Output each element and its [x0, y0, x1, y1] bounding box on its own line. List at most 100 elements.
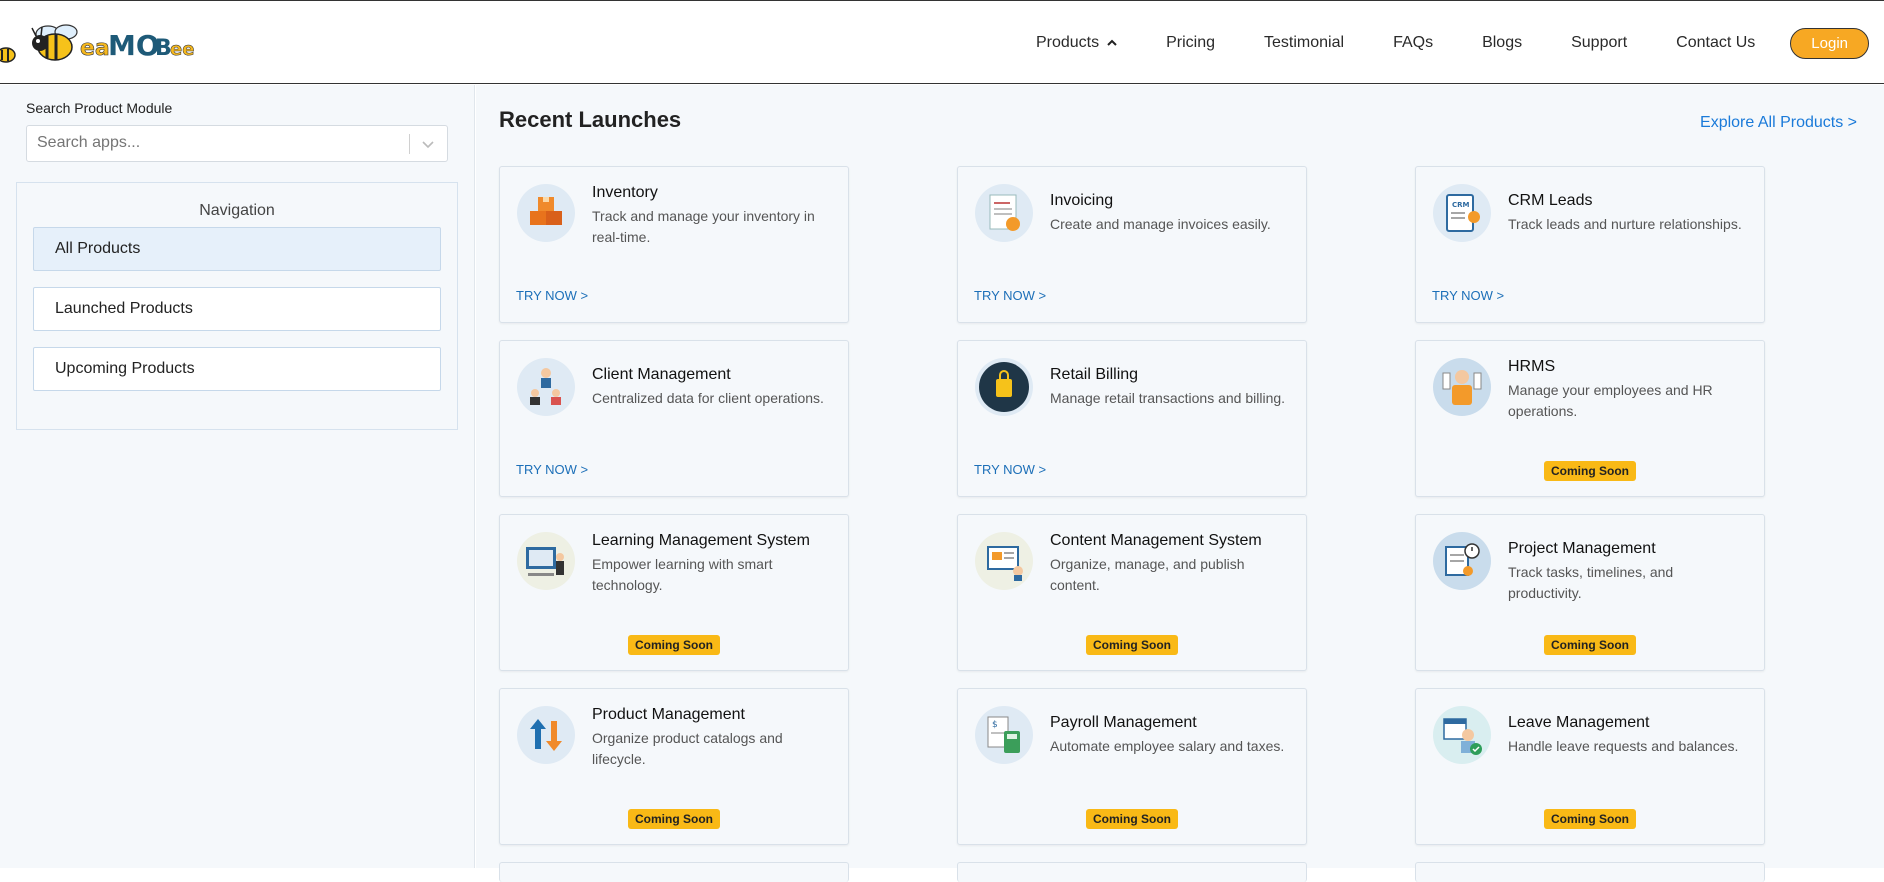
- product-card-partial: [1415, 862, 1765, 882]
- card-description: Track tasks, timelines, and productivity…: [1508, 564, 1674, 601]
- nav-pricing[interactable]: Pricing: [1166, 34, 1215, 52]
- search-input[interactable]: [37, 134, 397, 152]
- coming-soon-label: Coming Soon: [628, 809, 720, 829]
- card-title: Leave Management: [1508, 714, 1650, 731]
- coming-soon-badge: Coming Soon: [958, 635, 1306, 655]
- try-now-link[interactable]: TRY NOW >: [974, 462, 1046, 477]
- try-now-link[interactable]: TRY NOW >: [516, 462, 588, 477]
- nav-faqs[interactable]: FAQs: [1393, 34, 1433, 52]
- top-navbar: ea MO B ee Products Pricing Testimonial …: [0, 0, 1884, 84]
- navigation-panel: Navigation All Products Launched Product…: [16, 182, 458, 430]
- svg-text:ea: ea: [80, 36, 110, 61]
- product-card-inventory[interactable]: Inventory Track and manage your inventor…: [499, 166, 849, 323]
- nav-products[interactable]: Products: [1036, 34, 1117, 52]
- sidebar: Search Product Module Navigation All Pro…: [0, 85, 475, 868]
- leave-calendar-icon: [1433, 706, 1491, 764]
- product-card-partial: [499, 862, 849, 882]
- card-description: Centralized data for client operations.: [592, 390, 824, 406]
- product-card-partial: [957, 862, 1307, 882]
- svg-text:$: $: [992, 720, 998, 730]
- sidebar-item-launched-products[interactable]: Launched Products: [33, 287, 441, 331]
- card-title: Project Management: [1508, 540, 1656, 557]
- coming-soon-label: Coming Soon: [1544, 461, 1636, 481]
- client-people-icon: [517, 358, 575, 416]
- product-card-product-management[interactable]: Product Management Organize product cata…: [499, 688, 849, 845]
- product-card-crm-leads[interactable]: CRM CRM Leads Track leads and nurture re…: [1415, 166, 1765, 323]
- coming-soon-badge: Coming Soon: [500, 809, 848, 829]
- coming-soon-label: Coming Soon: [1544, 635, 1636, 655]
- search-separator: [409, 134, 410, 154]
- card-title: Content Management System: [1050, 532, 1262, 549]
- card-title: Learning Management System: [592, 532, 810, 549]
- card-description: Automate employee salary and taxes.: [1050, 738, 1285, 754]
- try-now-link[interactable]: TRY NOW >: [516, 288, 588, 303]
- card-title: Inventory: [592, 184, 658, 201]
- inventory-boxes-icon: [517, 184, 575, 242]
- explore-all-products-link[interactable]: Explore All Products >: [1700, 114, 1857, 132]
- navigation-title: Navigation: [199, 202, 275, 219]
- card-description: Empower learning with smart technology.: [592, 556, 773, 593]
- nav-testimonial[interactable]: Testimonial: [1264, 34, 1344, 52]
- retail-bag-icon: [975, 358, 1033, 416]
- payroll-calculator-icon: $: [975, 706, 1033, 764]
- coming-soon-badge: Coming Soon: [1416, 809, 1764, 829]
- product-card-hrms[interactable]: HRMS Manage your employees and HR operat…: [1415, 340, 1765, 497]
- nav-products-label: Products: [1035, 34, 1100, 51]
- search-label: Search Product Module: [26, 100, 173, 116]
- svg-text:CRM: CRM: [1452, 201, 1470, 209]
- try-now-link[interactable]: TRY NOW >: [974, 288, 1046, 303]
- coming-soon-badge: Coming Soon: [1416, 635, 1764, 655]
- product-card-project-management[interactable]: Project Management Track tasks, timeline…: [1415, 514, 1765, 671]
- search-select[interactable]: [26, 125, 448, 162]
- card-description: Organize, manage, and publish content.: [1050, 556, 1245, 593]
- product-card-leave-management[interactable]: Leave Management Handle leave requests a…: [1415, 688, 1765, 845]
- try-now-link[interactable]: TRY NOW >: [1432, 288, 1504, 303]
- svg-text:ee: ee: [170, 39, 194, 60]
- coming-soon-label: Coming Soon: [1086, 635, 1178, 655]
- nav-contact-us[interactable]: Contact Us: [1676, 34, 1755, 52]
- product-card-payroll-management[interactable]: $ Payroll Management Automate employee s…: [957, 688, 1307, 845]
- coming-soon-badge: Coming Soon: [958, 809, 1306, 829]
- main-nav: Products Pricing Testimonial FAQs Blogs …: [1036, 1, 1884, 85]
- login-button[interactable]: Login: [1790, 27, 1869, 59]
- sidebar-item-all-products[interactable]: All Products: [33, 227, 441, 271]
- bee-logo-icon: ea MO B ee: [0, 24, 195, 63]
- sidebar-item-upcoming-products[interactable]: Upcoming Products: [33, 347, 441, 391]
- coming-soon-badge: Coming Soon: [1416, 461, 1764, 481]
- product-arrows-icon: [517, 706, 575, 764]
- product-card-content-management-system[interactable]: Content Management System Organize, mana…: [957, 514, 1307, 671]
- product-card-client-management[interactable]: Client Management Centralized data for c…: [499, 340, 849, 497]
- coming-soon-label: Coming Soon: [1544, 809, 1636, 829]
- logo[interactable]: ea MO B ee: [0, 17, 200, 67]
- card-title: HRMS: [1508, 358, 1556, 375]
- hr-person-icon: [1433, 358, 1491, 416]
- card-description: Track leads and nurture relationships.: [1508, 216, 1742, 232]
- coming-soon-label: Coming Soon: [628, 635, 720, 655]
- card-description: Create and manage invoices easily.: [1050, 216, 1271, 232]
- card-description: Organize product catalogs and lifecycle.: [592, 730, 783, 767]
- card-description: Manage retail transactions and billing.: [1050, 390, 1286, 406]
- card-description: Manage your employees and HR operations.: [1508, 382, 1713, 419]
- learning-icon: [517, 532, 575, 590]
- card-description: Track and manage your inventory in real-…: [592, 208, 815, 245]
- product-card-invoicing[interactable]: Invoicing Create and manage invoices eas…: [957, 166, 1307, 323]
- coming-soon-badge: Coming Soon: [500, 635, 848, 655]
- chevron-up-icon: [1107, 39, 1117, 46]
- cms-icon: [975, 532, 1033, 590]
- svg-text:MO: MO: [108, 29, 160, 62]
- nav-blogs[interactable]: Blogs: [1482, 34, 1522, 52]
- nav-support[interactable]: Support: [1571, 34, 1627, 52]
- project-clock-icon: [1433, 532, 1491, 590]
- product-card-learning-management-system[interactable]: Learning Management System Empower learn…: [499, 514, 849, 671]
- card-title: Product Management: [592, 706, 745, 723]
- card-title: Payroll Management: [1050, 714, 1197, 731]
- product-card-retail-billing[interactable]: Retail Billing Manage retail transaction…: [957, 340, 1307, 497]
- crm-clipboard-icon: CRM: [1433, 184, 1491, 242]
- card-title: Client Management: [592, 366, 731, 383]
- page-title: Recent Launches: [499, 107, 682, 132]
- chevron-down-icon[interactable]: [419, 135, 437, 153]
- card-description: Handle leave requests and balances.: [1508, 738, 1739, 754]
- invoice-icon: [975, 184, 1033, 242]
- card-title: Retail Billing: [1050, 366, 1139, 383]
- coming-soon-label: Coming Soon: [1086, 809, 1178, 829]
